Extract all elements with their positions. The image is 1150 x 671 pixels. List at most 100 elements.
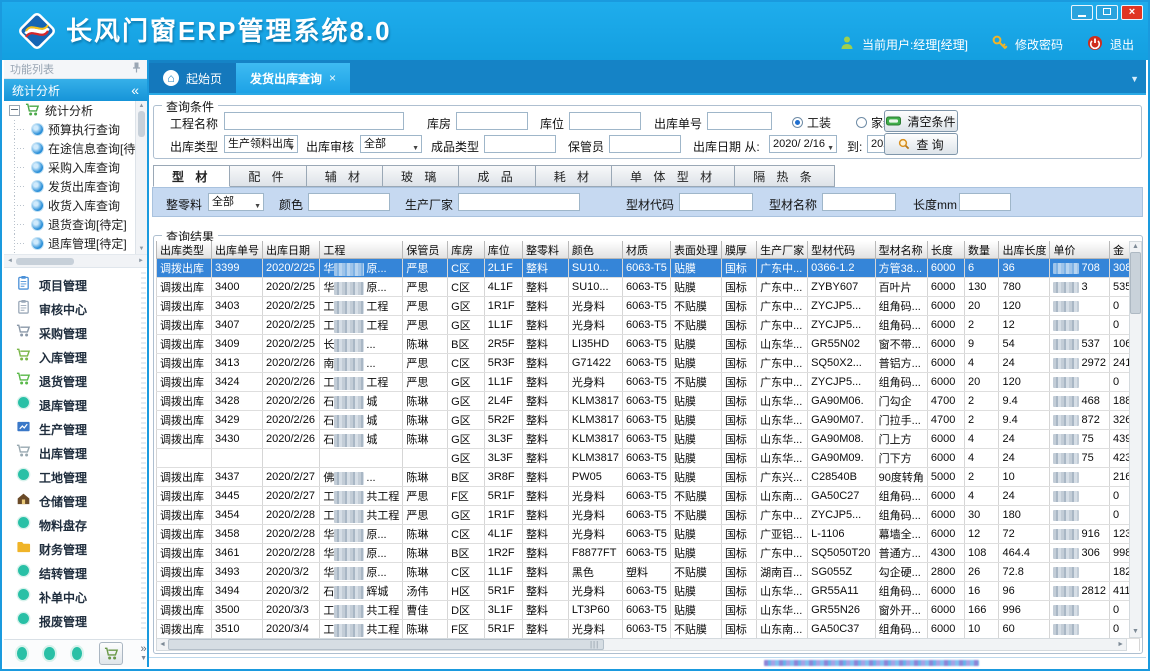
table-row[interactable]: 调拨出库34092020/2/25长...陈琳B区2R5F整料LI35HD606… <box>157 335 1140 354</box>
column-header-12[interactable]: 膜厚 <box>721 241 756 259</box>
scroll-right-icon[interactable]: ► <box>138 258 144 264</box>
tree-expander-icon[interactable] <box>9 105 20 116</box>
table-row[interactable]: 调拨出库34032020/2/25工工程严思G区1R1F整料光身料6063-T5… <box>157 297 1140 316</box>
out-type-select[interactable]: 生产领料出库▼ <box>224 135 298 153</box>
tab-list-dropdown-icon[interactable]: ▼ <box>1130 74 1139 84</box>
scroll-up-icon[interactable]: ▲ <box>139 103 145 109</box>
column-header-17[interactable]: 数量 <box>965 241 999 259</box>
module-scrollbar[interactable] <box>141 272 146 629</box>
tree-vertical-scrollbar[interactable]: ▲ ▼ <box>135 101 147 254</box>
table-row[interactable]: 调拨出库34942020/3/2石辉城汤伟H区5R1F整料光身料6063-T5贴… <box>157 582 1140 601</box>
column-header-14[interactable]: 型材代码 <box>808 241 876 259</box>
profile-code-input[interactable] <box>679 193 753 211</box>
sidebar-module-15[interactable]: 报废管理 <box>4 609 147 633</box>
tree-item-7[interactable]: 退库管理[待定] <box>4 234 147 253</box>
tree-item-6[interactable]: 退货查询[待定] <box>4 215 147 234</box>
sidebar-module-8[interactable]: 出库管理 <box>4 441 147 465</box>
search-button[interactable]: 查 询 <box>884 133 958 155</box>
material-tab-5[interactable]: 成 品 <box>459 165 535 187</box>
material-tab-7[interactable]: 单 体 型 材 <box>612 165 735 187</box>
close-button[interactable]: × <box>1121 5 1143 20</box>
column-header-7[interactable]: 库位 <box>484 241 522 259</box>
factory-input[interactable] <box>458 193 580 211</box>
tab-start-page[interactable]: ⌂ 起始页 <box>149 63 236 93</box>
tree-root-statistics[interactable]: 统计分析 <box>4 101 147 120</box>
table-row[interactable]: 调拨出库34542020/2/28工共工程严思G区1R1F整料光身料6063-T… <box>157 506 1140 525</box>
table-row[interactable]: 调拨出库34612020/2/28华原...陈琳B区1R2F整料F8877FT6… <box>157 544 1140 563</box>
sidebar-module-12[interactable]: 财务管理 <box>4 537 147 561</box>
product-type-input[interactable] <box>484 135 556 153</box>
column-header-10[interactable]: 材质 <box>622 241 670 259</box>
tree-item-4[interactable]: 发货出库查询 <box>4 177 147 196</box>
column-header-3[interactable]: 出库日期 <box>263 241 320 259</box>
material-tab-1[interactable]: 型 材 <box>153 165 230 187</box>
material-tab-6[interactable]: 耗 材 <box>536 165 612 187</box>
table-row[interactable]: 调拨出库34072020/2/25工工程严思G区1L1F整料光身料6063-T5… <box>157 316 1140 335</box>
column-header-11[interactable]: 表面处理 <box>670 241 721 259</box>
tree-horizontal-scrollbar[interactable]: ◄ ► <box>4 255 147 268</box>
table-row[interactable]: 调拨出库35102020/3/4工共工程陈琳F区5R1F整料光身料6063-T5… <box>157 620 1140 639</box>
column-header-13[interactable]: 生产厂家 <box>757 241 808 259</box>
table-row[interactable]: 调拨出库35002020/3/3工共工程曹佳D区3L1F整料LT3P606063… <box>157 601 1140 620</box>
material-tab-2[interactable]: 配 件 <box>230 165 306 187</box>
sidebar-module-10[interactable]: 仓储管理 <box>4 489 147 513</box>
material-tab-8[interactable]: 隔 热 条 <box>735 165 835 187</box>
column-header-5[interactable]: 保管员 <box>403 241 448 259</box>
material-tab-4[interactable]: 玻 璃 <box>383 165 459 187</box>
table-row[interactable]: 调拨出库34292020/2/26石城陈琳G区5R2F整料KLM38176063… <box>157 411 1140 430</box>
table-row[interactable]: 调拨出库34282020/2/26石城陈琳G区2L4F整料KLM38176063… <box>157 392 1140 411</box>
column-header-15[interactable]: 型材名称 <box>875 241 927 259</box>
table-row[interactable]: 调拨出库34582020/2/28华原...陈琳C区4L1F整料光身料6063-… <box>157 525 1140 544</box>
table-row[interactable]: 调拨出库34302020/2/26石城陈琳G区3L3F整料KLM38176063… <box>157 430 1140 449</box>
out-audit-select[interactable]: 全部▼ <box>360 135 422 153</box>
date-from-picker[interactable]: 2020/ 2/16▼ <box>769 135 837 153</box>
scroll-thumb[interactable]: ||| <box>168 639 604 650</box>
tree-item-5[interactable]: 收货入库查询 <box>4 196 147 215</box>
grid-vertical-scrollbar[interactable]: ▲ ▼ <box>1129 241 1142 638</box>
module-dot-icon[interactable] <box>44 647 54 660</box>
sidebar-module-6[interactable]: 退库管理 <box>4 393 147 417</box>
scroll-right-icon[interactable]: ► <box>1117 641 1124 648</box>
tree-item-1[interactable]: 预算执行查询 <box>4 120 147 139</box>
module-dot-icon[interactable] <box>72 647 82 660</box>
pin-icon[interactable] <box>132 62 141 76</box>
table-row[interactable]: G区3L3F整料KLM38176063-T5贴膜国标山东华...GA90M09.… <box>157 449 1140 468</box>
column-header-2[interactable]: 出库单号 <box>212 241 263 259</box>
tab-close-icon[interactable]: × <box>329 71 336 85</box>
sidebar-module-13[interactable]: 结转管理 <box>4 561 147 585</box>
scroll-thumb[interactable] <box>138 111 145 137</box>
sidebar-module-7[interactable]: 生产管理 <box>4 417 147 441</box>
table-row[interactable]: 调拨出库34372020/2/27佛...陈琳B区3R8F整料PW056063-… <box>157 468 1140 487</box>
sidebar-group-header[interactable]: 统计分析 « <box>4 79 147 101</box>
tab-shipment-outbound-query[interactable]: 发货出库查询 × <box>236 63 350 93</box>
scroll-thumb[interactable] <box>1130 252 1141 314</box>
column-header-8[interactable]: 整零料 <box>523 241 569 259</box>
color-input[interactable] <box>308 193 390 211</box>
sidebar-module-14[interactable]: 补单中心 <box>4 585 147 609</box>
sidebar-module-2[interactable]: 审核中心 <box>4 297 147 321</box>
minimize-button[interactable] <box>1071 5 1093 20</box>
profile-name-input[interactable] <box>822 193 896 211</box>
scroll-left-icon[interactable]: ◄ <box>159 641 166 648</box>
scroll-thumb[interactable] <box>16 258 74 265</box>
project-name-input[interactable] <box>224 112 404 130</box>
column-header-6[interactable]: 库房 <box>448 241 485 259</box>
clear-conditions-button[interactable]: 清空条件 <box>884 110 958 132</box>
sidebar-module-9[interactable]: 工地管理 <box>4 465 147 489</box>
grid-horizontal-scrollbar[interactable]: ◄ ||| ► <box>156 638 1127 651</box>
sidebar-module-1[interactable]: 项目管理 <box>4 273 147 297</box>
scroll-down-icon[interactable]: ▼ <box>139 246 145 252</box>
module-cart-button[interactable] <box>99 642 123 665</box>
sidebar-module-3[interactable]: 采购管理 <box>4 321 147 345</box>
table-row[interactable]: 调拨出库34452020/2/27工共工程严思F区5R1F整料光身料6063-T… <box>157 487 1140 506</box>
location-input[interactable] <box>569 112 641 130</box>
table-row[interactable]: 调拨出库34932020/3/2华原...陈琳C区1L1F整料黑色塑料不贴膜国标… <box>157 563 1140 582</box>
material-tab-3[interactable]: 辅 材 <box>307 165 383 187</box>
column-header-9[interactable]: 颜色 <box>568 241 622 259</box>
scroll-down-icon[interactable]: ▼ <box>1132 628 1139 635</box>
scroll-up-icon[interactable]: ▲ <box>1132 243 1139 250</box>
whole-part-select[interactable]: 全部▼ <box>208 193 264 211</box>
logout-link[interactable]: 退出 <box>1110 36 1134 53</box>
table-row[interactable]: 调拨出库34132020/2/26南...严思C区5R3F整料G71422606… <box>157 354 1140 373</box>
keeper-input[interactable] <box>609 135 681 153</box>
